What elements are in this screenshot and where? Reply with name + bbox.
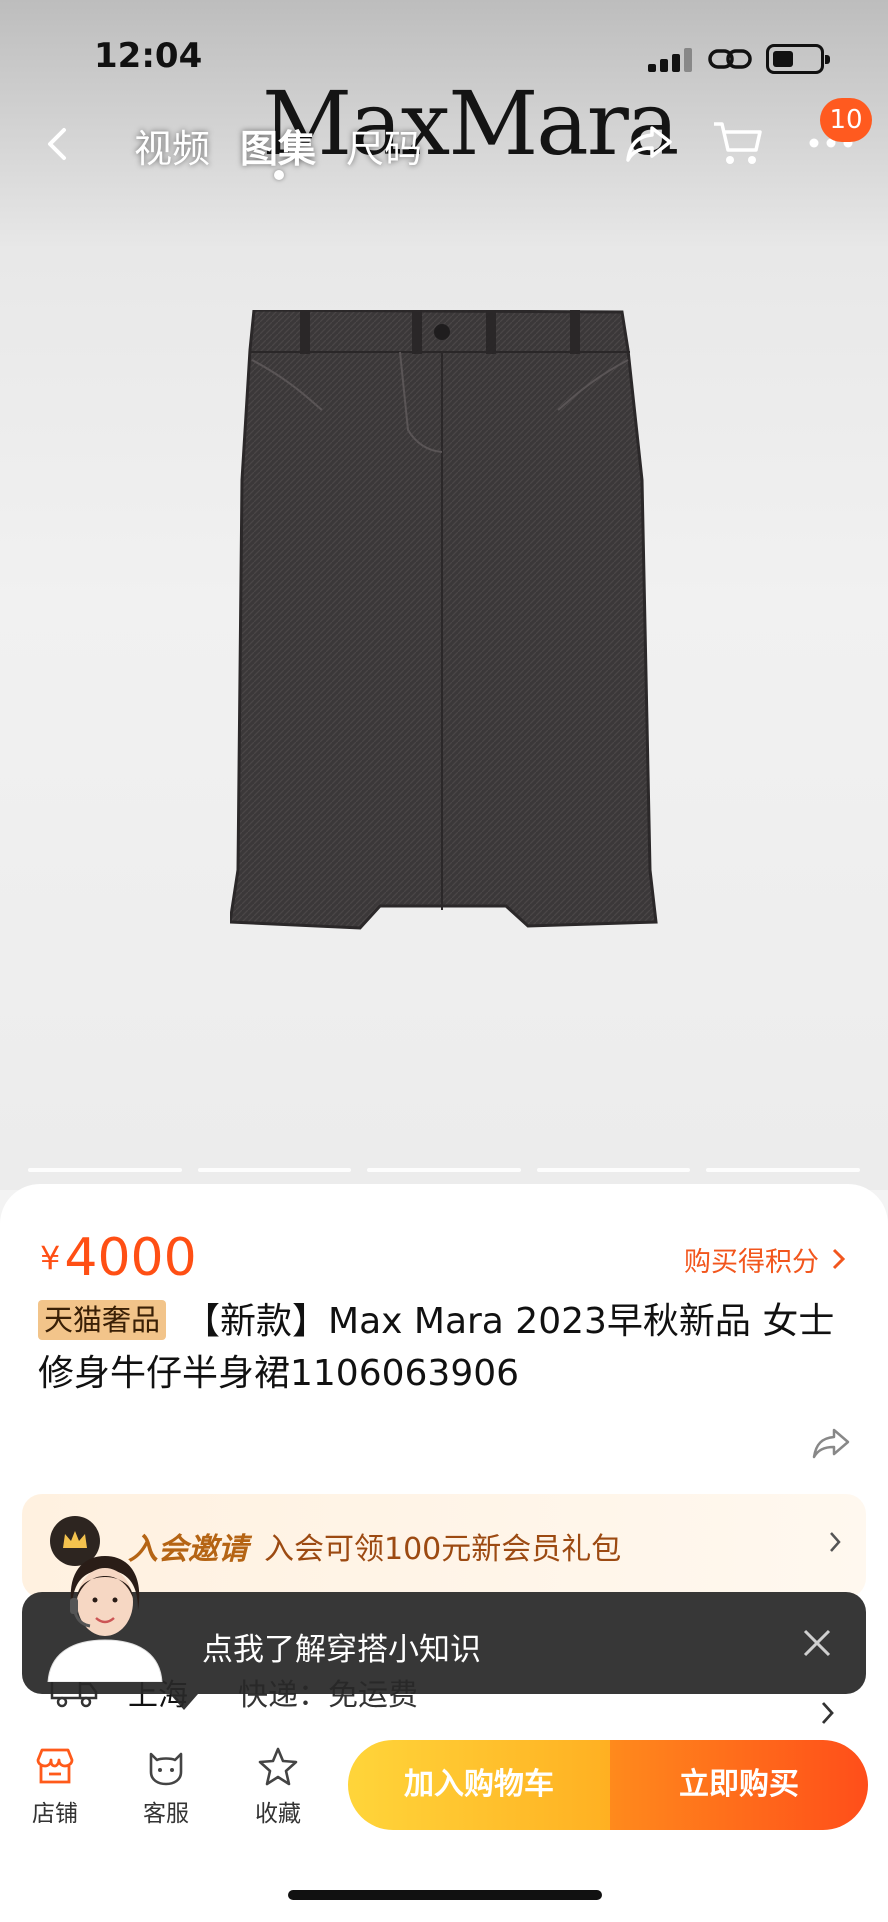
favorite-label: 收藏 xyxy=(255,1801,301,1827)
buy-now-button[interactable]: 立即购买 xyxy=(610,1740,868,1830)
product-title: 天猫奢品 【新款】Max Mara 2023早秋新品 女士 修身牛仔半身裙1106… xyxy=(38,1296,848,1400)
battery-icon xyxy=(766,44,830,74)
home-indicator xyxy=(288,1890,602,1900)
points-link[interactable]: 购买得积分 xyxy=(684,1240,819,1279)
tab-size[interactable]: 尺码 xyxy=(346,118,422,173)
gallery-dot xyxy=(197,1168,352,1172)
gallery-dot xyxy=(536,1168,691,1172)
chevron-right-icon[interactable] xyxy=(820,1700,836,1726)
close-icon[interactable] xyxy=(800,1626,834,1660)
product-detail-page: MaxMara 12:04 视频 图集 尺码 10 ¥4000 购买得积分 天猫… xyxy=(0,0,888,1922)
currency-symbol: ¥ xyxy=(40,1239,61,1277)
chevron-right-icon xyxy=(832,1248,846,1270)
gallery-page-indicator xyxy=(28,1168,860,1172)
share-icon[interactable] xyxy=(624,120,674,166)
chevron-right-icon xyxy=(830,1532,841,1552)
price: ¥4000 xyxy=(40,1228,197,1288)
chat-face-icon xyxy=(149,1752,183,1786)
active-tab-indicator xyxy=(274,170,284,180)
tab-gallery[interactable]: 图集 xyxy=(240,118,316,173)
back-icon[interactable] xyxy=(38,124,78,164)
price-value: 4000 xyxy=(64,1228,197,1288)
add-to-cart-button[interactable]: 加入购物车 xyxy=(348,1740,610,1830)
signal-icon xyxy=(648,48,694,72)
customer-service-button[interactable]: 客服 xyxy=(121,1746,211,1828)
store-label: 店铺 xyxy=(32,1801,78,1827)
styling-tip-text: 点我了解穿搭小知识 xyxy=(202,1632,481,1668)
tmall-luxury-tag: 天猫奢品 xyxy=(38,1300,167,1340)
customer-service-label: 客服 xyxy=(143,1801,189,1827)
popup-tail xyxy=(170,1694,198,1710)
brand-logo: MaxMara xyxy=(262,72,679,175)
tab-video[interactable]: 视频 xyxy=(134,118,210,173)
store-icon xyxy=(36,1748,74,1784)
product-image-skirt xyxy=(230,310,658,930)
customer-service-avatar[interactable] xyxy=(34,1540,176,1682)
star-icon xyxy=(258,1747,298,1786)
status-time: 12:04 xyxy=(94,36,203,76)
cart-icon[interactable] xyxy=(712,118,764,168)
product-gallery[interactable]: MaxMara xyxy=(0,0,888,1190)
gallery-dot xyxy=(28,1168,182,1172)
cart-count-badge: 10 xyxy=(820,98,872,142)
store-button[interactable]: 店铺 xyxy=(10,1746,100,1828)
gallery-dot xyxy=(706,1168,860,1172)
gallery-dot xyxy=(367,1168,521,1172)
favorite-button[interactable]: 收藏 xyxy=(233,1746,323,1828)
member-invite-text: 入会可领100元新会员礼包 xyxy=(264,1532,622,1567)
link-icon xyxy=(708,49,752,69)
share-icon[interactable] xyxy=(810,1426,852,1462)
